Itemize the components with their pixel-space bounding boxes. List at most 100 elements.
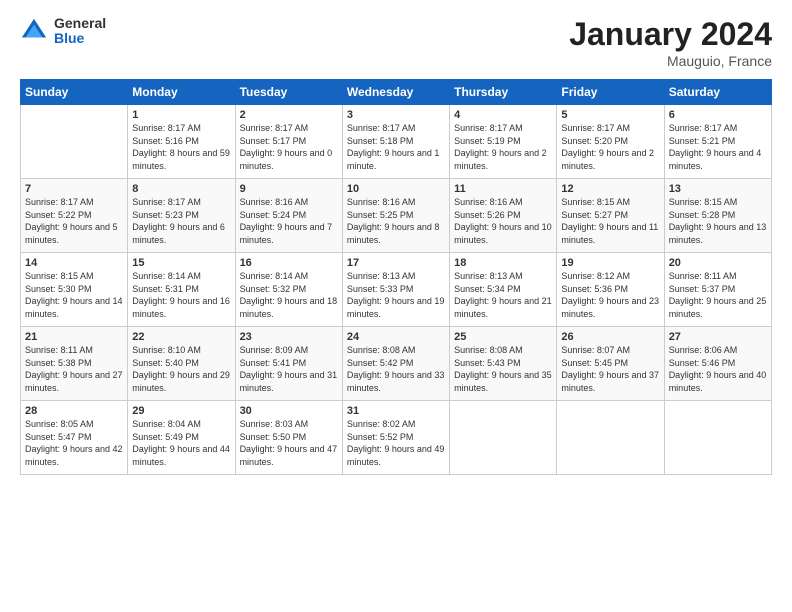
- day-cell: [21, 105, 128, 179]
- day-cell: 24Sunrise: 8:08 AMSunset: 5:42 PMDayligh…: [342, 327, 449, 401]
- logo-icon: [20, 17, 48, 45]
- day-number: 31: [347, 405, 445, 417]
- day-number: 25: [454, 331, 552, 343]
- day-number: 12: [561, 183, 659, 195]
- col-monday: Monday: [128, 80, 235, 105]
- day-number: 29: [132, 405, 230, 417]
- col-saturday: Saturday: [664, 80, 771, 105]
- week-row-4: 28Sunrise: 8:05 AMSunset: 5:47 PMDayligh…: [21, 401, 772, 475]
- day-info: Sunrise: 8:15 AMSunset: 5:30 PMDaylight:…: [25, 270, 123, 320]
- day-cell: 9Sunrise: 8:16 AMSunset: 5:24 PMDaylight…: [235, 179, 342, 253]
- week-row-3: 21Sunrise: 8:11 AMSunset: 5:38 PMDayligh…: [21, 327, 772, 401]
- day-cell: 8Sunrise: 8:17 AMSunset: 5:23 PMDaylight…: [128, 179, 235, 253]
- day-cell: 27Sunrise: 8:06 AMSunset: 5:46 PMDayligh…: [664, 327, 771, 401]
- day-cell: 15Sunrise: 8:14 AMSunset: 5:31 PMDayligh…: [128, 253, 235, 327]
- logo-general: General: [54, 16, 106, 31]
- day-info: Sunrise: 8:02 AMSunset: 5:52 PMDaylight:…: [347, 418, 445, 468]
- day-info: Sunrise: 8:10 AMSunset: 5:40 PMDaylight:…: [132, 344, 230, 394]
- day-info: Sunrise: 8:16 AMSunset: 5:26 PMDaylight:…: [454, 196, 552, 246]
- calendar-title: January 2024: [569, 16, 772, 53]
- day-info: Sunrise: 8:04 AMSunset: 5:49 PMDaylight:…: [132, 418, 230, 468]
- day-cell: 21Sunrise: 8:11 AMSunset: 5:38 PMDayligh…: [21, 327, 128, 401]
- day-info: Sunrise: 8:17 AMSunset: 5:23 PMDaylight:…: [132, 196, 230, 246]
- day-cell: 25Sunrise: 8:08 AMSunset: 5:43 PMDayligh…: [450, 327, 557, 401]
- col-thursday: Thursday: [450, 80, 557, 105]
- day-number: 23: [240, 331, 338, 343]
- day-info: Sunrise: 8:17 AMSunset: 5:17 PMDaylight:…: [240, 122, 338, 172]
- day-cell: 7Sunrise: 8:17 AMSunset: 5:22 PMDaylight…: [21, 179, 128, 253]
- day-info: Sunrise: 8:11 AMSunset: 5:38 PMDaylight:…: [25, 344, 123, 394]
- day-cell: 12Sunrise: 8:15 AMSunset: 5:27 PMDayligh…: [557, 179, 664, 253]
- day-cell: 29Sunrise: 8:04 AMSunset: 5:49 PMDayligh…: [128, 401, 235, 475]
- day-info: Sunrise: 8:13 AMSunset: 5:33 PMDaylight:…: [347, 270, 445, 320]
- day-cell: 11Sunrise: 8:16 AMSunset: 5:26 PMDayligh…: [450, 179, 557, 253]
- day-number: 16: [240, 257, 338, 269]
- day-number: 11: [454, 183, 552, 195]
- day-info: Sunrise: 8:08 AMSunset: 5:42 PMDaylight:…: [347, 344, 445, 394]
- day-cell: 22Sunrise: 8:10 AMSunset: 5:40 PMDayligh…: [128, 327, 235, 401]
- day-number: 27: [669, 331, 767, 343]
- day-number: 28: [25, 405, 123, 417]
- day-number: 9: [240, 183, 338, 195]
- day-number: 14: [25, 257, 123, 269]
- day-number: 19: [561, 257, 659, 269]
- day-cell: 18Sunrise: 8:13 AMSunset: 5:34 PMDayligh…: [450, 253, 557, 327]
- day-cell: [664, 401, 771, 475]
- calendar-subtitle: Mauguio, France: [569, 53, 772, 69]
- day-number: 17: [347, 257, 445, 269]
- day-cell: 26Sunrise: 8:07 AMSunset: 5:45 PMDayligh…: [557, 327, 664, 401]
- col-tuesday: Tuesday: [235, 80, 342, 105]
- day-cell: 6Sunrise: 8:17 AMSunset: 5:21 PMDaylight…: [664, 105, 771, 179]
- day-cell: 19Sunrise: 8:12 AMSunset: 5:36 PMDayligh…: [557, 253, 664, 327]
- day-info: Sunrise: 8:09 AMSunset: 5:41 PMDaylight:…: [240, 344, 338, 394]
- day-info: Sunrise: 8:07 AMSunset: 5:45 PMDaylight:…: [561, 344, 659, 394]
- day-number: 3: [347, 109, 445, 121]
- day-number: 2: [240, 109, 338, 121]
- day-cell: 31Sunrise: 8:02 AMSunset: 5:52 PMDayligh…: [342, 401, 449, 475]
- day-info: Sunrise: 8:16 AMSunset: 5:25 PMDaylight:…: [347, 196, 445, 246]
- day-info: Sunrise: 8:12 AMSunset: 5:36 PMDaylight:…: [561, 270, 659, 320]
- day-info: Sunrise: 8:14 AMSunset: 5:32 PMDaylight:…: [240, 270, 338, 320]
- day-info: Sunrise: 8:08 AMSunset: 5:43 PMDaylight:…: [454, 344, 552, 394]
- logo-text: General Blue: [54, 16, 106, 47]
- col-friday: Friday: [557, 80, 664, 105]
- day-cell: 5Sunrise: 8:17 AMSunset: 5:20 PMDaylight…: [557, 105, 664, 179]
- day-cell: 1Sunrise: 8:17 AMSunset: 5:16 PMDaylight…: [128, 105, 235, 179]
- col-sunday: Sunday: [21, 80, 128, 105]
- day-cell: 14Sunrise: 8:15 AMSunset: 5:30 PMDayligh…: [21, 253, 128, 327]
- day-cell: 3Sunrise: 8:17 AMSunset: 5:18 PMDaylight…: [342, 105, 449, 179]
- header-row: Sunday Monday Tuesday Wednesday Thursday…: [21, 80, 772, 105]
- day-number: 4: [454, 109, 552, 121]
- week-row-2: 14Sunrise: 8:15 AMSunset: 5:30 PMDayligh…: [21, 253, 772, 327]
- day-cell: 4Sunrise: 8:17 AMSunset: 5:19 PMDaylight…: [450, 105, 557, 179]
- calendar-table: Sunday Monday Tuesday Wednesday Thursday…: [20, 79, 772, 475]
- day-info: Sunrise: 8:03 AMSunset: 5:50 PMDaylight:…: [240, 418, 338, 468]
- title-block: January 2024 Mauguio, France: [569, 16, 772, 69]
- day-info: Sunrise: 8:17 AMSunset: 5:20 PMDaylight:…: [561, 122, 659, 172]
- day-info: Sunrise: 8:15 AMSunset: 5:27 PMDaylight:…: [561, 196, 659, 246]
- day-number: 6: [669, 109, 767, 121]
- day-info: Sunrise: 8:17 AMSunset: 5:16 PMDaylight:…: [132, 122, 230, 172]
- day-info: Sunrise: 8:14 AMSunset: 5:31 PMDaylight:…: [132, 270, 230, 320]
- day-number: 22: [132, 331, 230, 343]
- day-cell: 20Sunrise: 8:11 AMSunset: 5:37 PMDayligh…: [664, 253, 771, 327]
- day-cell: 28Sunrise: 8:05 AMSunset: 5:47 PMDayligh…: [21, 401, 128, 475]
- day-info: Sunrise: 8:05 AMSunset: 5:47 PMDaylight:…: [25, 418, 123, 468]
- day-number: 26: [561, 331, 659, 343]
- day-cell: 23Sunrise: 8:09 AMSunset: 5:41 PMDayligh…: [235, 327, 342, 401]
- day-cell: [557, 401, 664, 475]
- day-cell: 2Sunrise: 8:17 AMSunset: 5:17 PMDaylight…: [235, 105, 342, 179]
- logo: General Blue: [20, 16, 106, 47]
- day-info: Sunrise: 8:17 AMSunset: 5:19 PMDaylight:…: [454, 122, 552, 172]
- day-number: 20: [669, 257, 767, 269]
- day-cell: 17Sunrise: 8:13 AMSunset: 5:33 PMDayligh…: [342, 253, 449, 327]
- week-row-1: 7Sunrise: 8:17 AMSunset: 5:22 PMDaylight…: [21, 179, 772, 253]
- day-info: Sunrise: 8:17 AMSunset: 5:22 PMDaylight:…: [25, 196, 123, 246]
- day-number: 13: [669, 183, 767, 195]
- day-number: 15: [132, 257, 230, 269]
- day-cell: [450, 401, 557, 475]
- day-info: Sunrise: 8:06 AMSunset: 5:46 PMDaylight:…: [669, 344, 767, 394]
- day-info: Sunrise: 8:11 AMSunset: 5:37 PMDaylight:…: [669, 270, 767, 320]
- day-number: 30: [240, 405, 338, 417]
- day-cell: 30Sunrise: 8:03 AMSunset: 5:50 PMDayligh…: [235, 401, 342, 475]
